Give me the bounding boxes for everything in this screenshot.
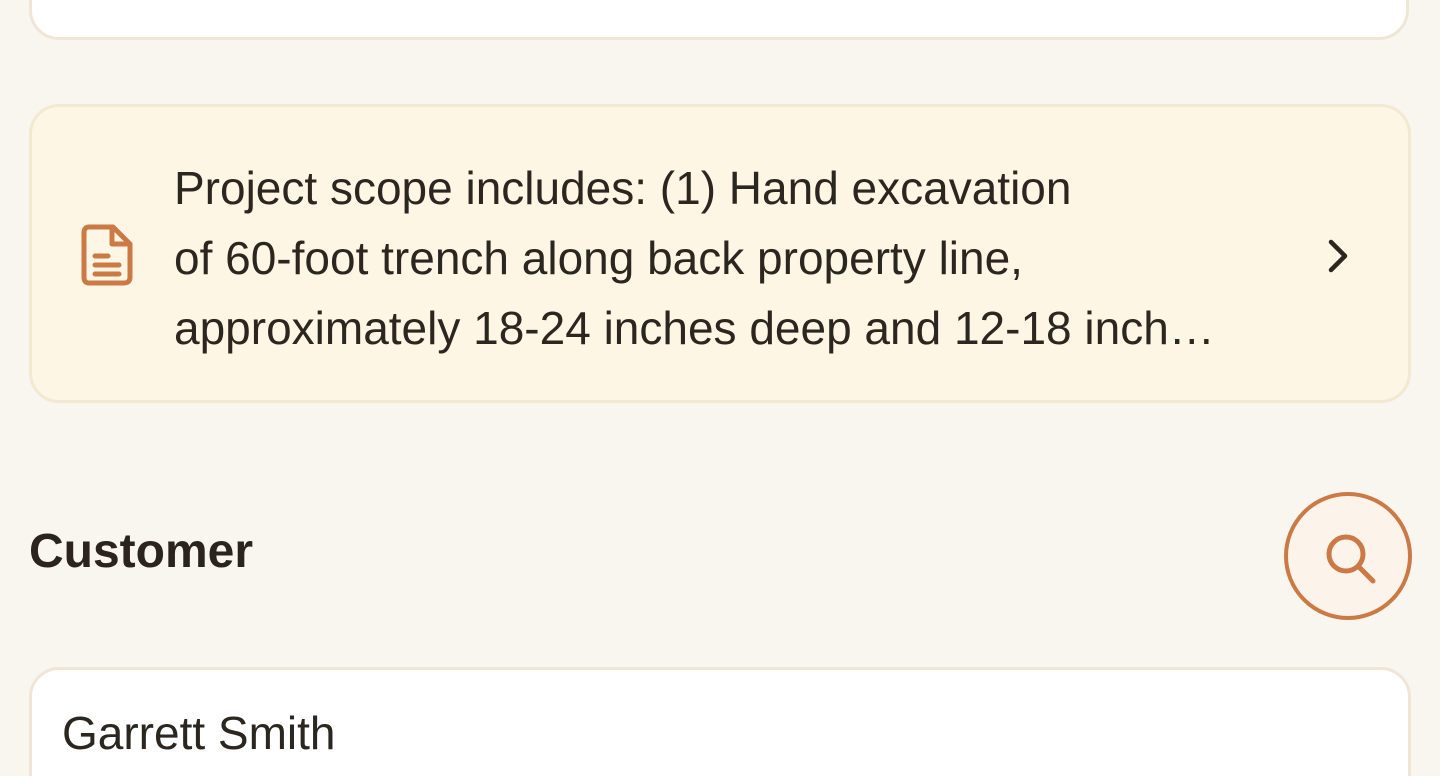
- search-icon: [1326, 534, 1376, 584]
- chevron-right-icon[interactable]: [1322, 237, 1352, 275]
- previous-field-card[interactable]: [29, 0, 1409, 40]
- document-icon: [81, 224, 133, 286]
- project-scope-text: Project scope includes: (1) Hand excavat…: [174, 162, 1215, 354]
- project-scope-card[interactable]: Project scope includes: (1) Hand excavat…: [29, 104, 1411, 403]
- customer-field[interactable]: Garrett Smith: [29, 667, 1411, 776]
- search-customer-button[interactable]: [1284, 492, 1412, 620]
- page: Project scope includes: (1) Hand excavat…: [0, 0, 1440, 776]
- customer-name: Garrett Smith: [62, 707, 336, 759]
- customer-section-title: Customer: [29, 525, 254, 578]
